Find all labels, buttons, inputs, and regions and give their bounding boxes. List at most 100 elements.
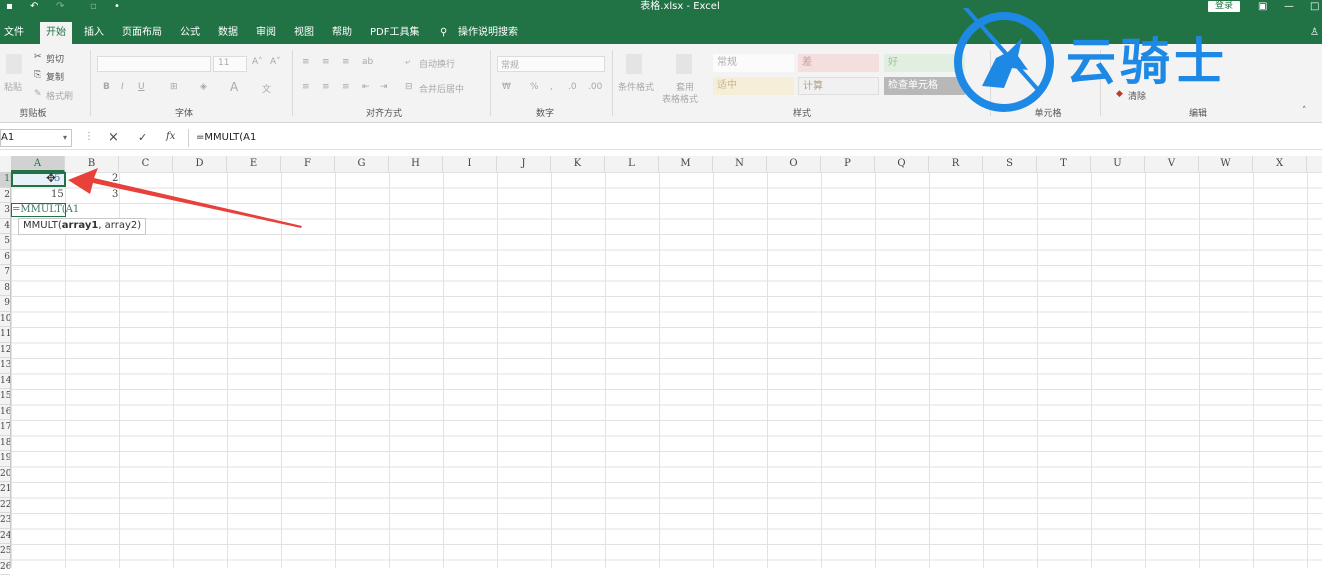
column-header-q[interactable]: Q bbox=[875, 156, 929, 172]
table-format-icon[interactable] bbox=[676, 54, 692, 74]
customize-qat-icon[interactable]: • bbox=[114, 0, 120, 14]
tab-data[interactable]: 数据 bbox=[218, 14, 238, 44]
paste-button[interactable]: 粘贴 bbox=[4, 80, 22, 93]
row-header-16[interactable]: 16 bbox=[0, 405, 10, 421]
column-header-j[interactable]: J bbox=[497, 156, 551, 172]
tell-me-search[interactable]: 操作说明搜索 bbox=[458, 14, 518, 44]
row-header-23[interactable]: 23 bbox=[0, 513, 10, 529]
column-header-o[interactable]: O bbox=[767, 156, 821, 172]
row-header-12[interactable]: 12 bbox=[0, 343, 10, 359]
row-header-26[interactable]: 26 bbox=[0, 560, 10, 575]
insert-function-icon[interactable]: fx bbox=[166, 131, 175, 142]
row-header-15[interactable]: 15 bbox=[0, 389, 10, 405]
row-header-25[interactable]: 25 bbox=[0, 544, 10, 560]
column-header-v[interactable]: V bbox=[1145, 156, 1199, 172]
increase-indent-icon[interactable]: ⇥ bbox=[380, 82, 388, 92]
formula-bar-handle[interactable]: ⋮ bbox=[84, 131, 94, 142]
undo-icon[interactable]: ↶ bbox=[30, 0, 38, 14]
percent-icon[interactable]: % bbox=[530, 82, 539, 92]
tab-pdf-tools[interactable]: PDF工具集 bbox=[370, 14, 419, 44]
row-header-13[interactable]: 13 bbox=[0, 358, 10, 374]
align-right-icon[interactable]: ≡ bbox=[342, 82, 350, 92]
cut-button[interactable]: 剪切 bbox=[46, 52, 64, 65]
quick-access-icon[interactable]: ▫ bbox=[90, 0, 97, 14]
row-header-3[interactable]: 3 bbox=[0, 203, 10, 219]
format-painter-icon[interactable]: ✎ bbox=[34, 89, 42, 99]
conditional-format-icon[interactable] bbox=[626, 54, 642, 74]
column-header-k[interactable]: K bbox=[551, 156, 605, 172]
column-header-i[interactable]: I bbox=[443, 156, 497, 172]
row-header-11[interactable]: 11 bbox=[0, 327, 10, 343]
tab-review[interactable]: 审阅 bbox=[256, 14, 276, 44]
row-header-22[interactable]: 22 bbox=[0, 498, 10, 514]
column-header-r[interactable]: R bbox=[929, 156, 983, 172]
fill-color-icon[interactable]: ◈ bbox=[200, 82, 207, 92]
currency-icon[interactable]: ₩ bbox=[502, 82, 511, 92]
tab-insert[interactable]: 插入 bbox=[84, 14, 104, 44]
column-header-l[interactable]: L bbox=[605, 156, 659, 172]
align-left-icon[interactable]: ≡ bbox=[302, 82, 310, 92]
align-bottom-icon[interactable]: ≡ bbox=[342, 57, 350, 67]
font-color-icon[interactable]: A bbox=[230, 80, 238, 94]
wrap-text-button[interactable]: 自动换行 bbox=[419, 57, 455, 70]
column-header-s[interactable]: S bbox=[983, 156, 1037, 172]
tab-help[interactable]: 帮助 bbox=[332, 14, 352, 44]
row-header-1[interactable]: 1 bbox=[0, 172, 10, 188]
conditional-format-button[interactable]: 条件格式 bbox=[618, 80, 654, 93]
decrease-indent-icon[interactable]: ⇤ bbox=[362, 82, 370, 92]
underline-button[interactable]: U bbox=[138, 82, 145, 92]
column-header-u[interactable]: U bbox=[1091, 156, 1145, 172]
row-header-14[interactable]: 14 bbox=[0, 374, 10, 390]
decrease-font-icon[interactable]: A˅ bbox=[270, 57, 281, 67]
row-header-20[interactable]: 20 bbox=[0, 467, 10, 483]
column-header-h[interactable]: H bbox=[389, 156, 443, 172]
row-header-5[interactable]: 5 bbox=[0, 234, 10, 250]
format-painter-button[interactable]: 格式刷 bbox=[46, 89, 73, 102]
column-header-p[interactable]: P bbox=[821, 156, 875, 172]
font-size-select[interactable]: 11 bbox=[213, 56, 247, 72]
comma-icon[interactable]: , bbox=[550, 82, 553, 92]
column-header-x[interactable]: X bbox=[1253, 156, 1307, 172]
row-header-17[interactable]: 17 bbox=[0, 420, 10, 436]
redo-icon[interactable]: ↷ bbox=[56, 0, 64, 14]
column-header-a[interactable]: A bbox=[11, 156, 65, 172]
formula-input[interactable]: =MMULT(A1 bbox=[196, 129, 1316, 147]
row-header-4[interactable]: 4 bbox=[0, 219, 10, 235]
orientation-icon[interactable]: ab bbox=[362, 57, 373, 67]
row-header-18[interactable]: 18 bbox=[0, 436, 10, 452]
tab-formulas[interactable]: 公式 bbox=[180, 14, 200, 44]
font-name-select[interactable] bbox=[97, 56, 211, 72]
style-normal[interactable]: 常规 bbox=[713, 54, 794, 72]
increase-font-icon[interactable]: A˄ bbox=[252, 57, 263, 67]
align-middle-icon[interactable]: ≡ bbox=[322, 57, 330, 67]
style-calculation[interactable]: 计算 bbox=[798, 77, 879, 95]
copy-icon[interactable]: ⎘ bbox=[34, 70, 41, 80]
paste-icon[interactable] bbox=[6, 54, 22, 74]
column-header-m[interactable]: M bbox=[659, 156, 713, 172]
column-header-g[interactable]: G bbox=[335, 156, 389, 172]
style-neutral[interactable]: 适中 bbox=[713, 77, 794, 95]
increase-decimal-icon[interactable]: .0 bbox=[568, 82, 577, 92]
copy-button[interactable]: 复制 bbox=[46, 70, 64, 83]
merge-center-icon[interactable]: ⊟ bbox=[405, 82, 413, 92]
column-header-n[interactable]: N bbox=[713, 156, 767, 172]
save-icon[interactable]: ▪ bbox=[6, 0, 13, 14]
align-top-icon[interactable]: ≡ bbox=[302, 57, 310, 67]
phonetic-icon[interactable]: 文 bbox=[262, 82, 271, 95]
row-header-7[interactable]: 7 bbox=[0, 265, 10, 281]
merge-center-button[interactable]: 合并后居中 bbox=[419, 82, 464, 95]
row-header-10[interactable]: 10 bbox=[0, 312, 10, 328]
row-header-2[interactable]: 2 bbox=[0, 188, 10, 204]
row-header-19[interactable]: 19 bbox=[0, 451, 10, 467]
column-header-t[interactable]: T bbox=[1037, 156, 1091, 172]
tab-file[interactable]: 文件 bbox=[4, 14, 24, 44]
italic-button[interactable]: I bbox=[121, 82, 124, 92]
wrap-text-icon[interactable]: ⤶ bbox=[405, 57, 410, 67]
row-header-6[interactable]: 6 bbox=[0, 250, 10, 266]
row-header-24[interactable]: 24 bbox=[0, 529, 10, 545]
enter-icon[interactable]: ✓ bbox=[138, 131, 147, 144]
decrease-decimal-icon[interactable]: .00 bbox=[588, 82, 602, 92]
row-header-9[interactable]: 9 bbox=[0, 296, 10, 312]
column-header-w[interactable]: W bbox=[1199, 156, 1253, 172]
table-format-label-2[interactable]: 表格格式 bbox=[662, 92, 698, 105]
